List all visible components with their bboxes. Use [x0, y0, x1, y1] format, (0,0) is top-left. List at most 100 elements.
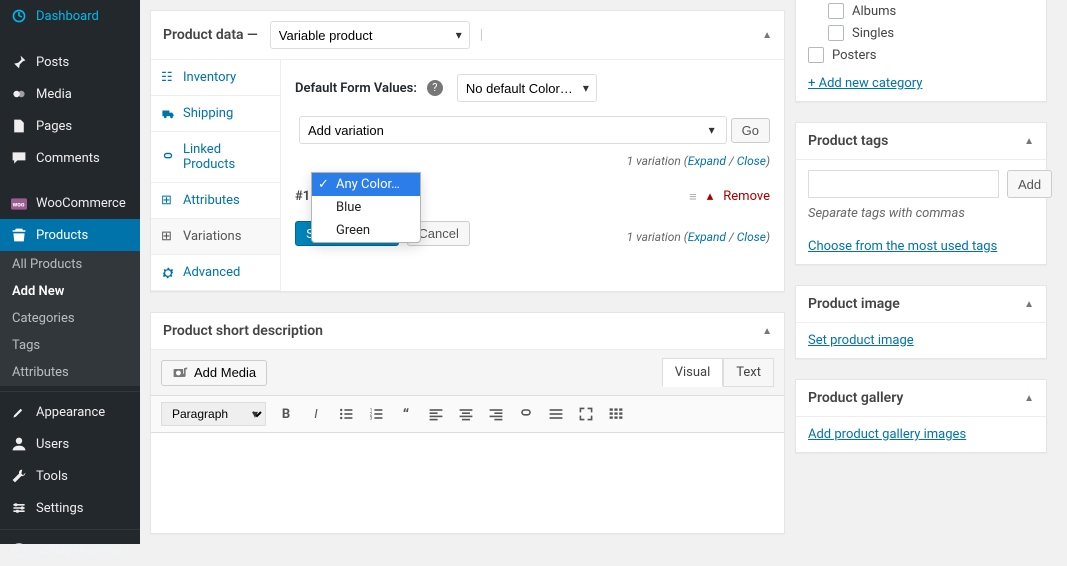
add-gallery-images-link[interactable]: Add product gallery images	[808, 427, 966, 442]
sidebar-item-media[interactable]: Media	[0, 78, 140, 110]
submenu-add-new[interactable]: Add New	[0, 278, 140, 305]
panel-toggle-icon[interactable]: ▲	[1024, 299, 1034, 310]
product-tags-panel: Product tags▲ Add Separate tags with com…	[795, 122, 1047, 265]
tab-inventory[interactable]: ☷Inventory	[151, 60, 280, 96]
checkbox[interactable]	[828, 25, 844, 41]
more-icon[interactable]	[546, 404, 566, 424]
choose-tags-link[interactable]: Choose from the most used tags	[808, 239, 997, 254]
bold-icon[interactable]: B	[276, 404, 296, 424]
tab-attributes[interactable]: ⊞Attributes	[151, 183, 280, 219]
category-albums-row[interactable]: Albums	[808, 0, 1034, 22]
panel-toggle-icon[interactable]: ▲	[762, 326, 772, 337]
sliders-icon	[10, 500, 28, 516]
set-product-image-link[interactable]: Set product image	[808, 333, 914, 348]
default-color-select[interactable]: No default Color…	[457, 74, 597, 102]
drag-handle-icon[interactable]: ≡	[689, 189, 697, 205]
align-left-icon[interactable]	[426, 404, 446, 424]
categories-panel: Albums Singles Posters + Add new categor…	[795, 0, 1047, 102]
checkbox[interactable]	[828, 3, 844, 19]
gear-icon	[161, 266, 175, 280]
submenu-categories[interactable]: Categories	[0, 305, 140, 332]
add-media-button[interactable]: Add Media	[161, 360, 267, 386]
quote-icon[interactable]: “	[396, 404, 416, 424]
sidebar-item-comments[interactable]: Comments	[0, 142, 140, 174]
sidebar-item-pages[interactable]: Pages	[0, 110, 140, 142]
dropdown-option-green[interactable]: Green	[312, 219, 420, 242]
tab-advanced[interactable]: Advanced	[151, 255, 280, 291]
sidebar-item-users[interactable]: Users	[0, 428, 140, 460]
sidebar-label: Collapse menu	[36, 543, 122, 558]
ol-icon[interactable]: 123	[366, 404, 386, 424]
link-icon	[161, 150, 175, 164]
page-icon	[10, 118, 28, 134]
submenu-tags[interactable]: Tags	[0, 332, 140, 359]
remove-variation-link[interactable]: Remove	[723, 189, 770, 204]
product-gallery-title: Product gallery	[808, 390, 903, 406]
comment-icon	[10, 150, 28, 166]
product-data-head: Product data — Variable product | ▲	[151, 11, 784, 60]
checkbox[interactable]	[808, 47, 824, 63]
close-link[interactable]: Close	[737, 230, 766, 244]
media-icon	[10, 86, 28, 102]
sidebar-item-appearance[interactable]: Appearance	[0, 396, 140, 428]
sidebar-item-tools[interactable]: Tools	[0, 460, 140, 492]
italic-icon[interactable]: I	[306, 404, 326, 424]
submenu-all-products[interactable]: All Products	[0, 251, 140, 278]
product-data-panel: Product data — Variable product | ▲ ☷Inv…	[150, 10, 785, 292]
visual-tab[interactable]: Visual	[662, 358, 724, 387]
sidebar-item-products[interactable]: Products	[0, 219, 140, 251]
paragraph-select[interactable]: Paragraph	[161, 402, 266, 426]
grid-icon: ⊞	[161, 193, 175, 208]
kitchen-sink-icon[interactable]	[606, 404, 626, 424]
sidebar-label: Comments	[36, 151, 100, 166]
add-variation-select[interactable]: Add variation	[299, 116, 727, 144]
help-icon[interactable]: ?	[427, 80, 443, 96]
collapse-variation-icon[interactable]: ▴	[707, 189, 714, 204]
sidebar-label: Appearance	[36, 405, 105, 420]
expand-link[interactable]: Expand	[688, 230, 726, 244]
sidebar-item-posts[interactable]: Posts	[0, 46, 140, 78]
align-right-icon[interactable]	[486, 404, 506, 424]
submenu-attributes[interactable]: Attributes	[0, 359, 140, 386]
add-tag-button[interactable]: Add	[1007, 170, 1052, 198]
sidebar-label: Settings	[36, 501, 83, 516]
product-type-select[interactable]: Variable product	[270, 21, 470, 49]
sidebar-item-woocommerce[interactable]: woo WooCommerce	[0, 188, 140, 219]
close-link[interactable]: Close	[737, 154, 766, 168]
collapse-menu[interactable]: Collapse menu	[0, 534, 140, 566]
sidebar-item-settings[interactable]: Settings	[0, 492, 140, 524]
tab-shipping[interactable]: Shipping	[151, 96, 280, 132]
panel-toggle-icon[interactable]: ▲	[1024, 136, 1034, 147]
product-gallery-panel: Product gallery ▲ Add product gallery ima…	[795, 379, 1047, 453]
tab-variations[interactable]: ⊞Variations	[151, 219, 280, 255]
go-button[interactable]: Go	[731, 118, 770, 143]
align-center-icon[interactable]	[456, 404, 476, 424]
text-tab[interactable]: Text	[723, 358, 774, 387]
product-tags-title: Product tags	[808, 133, 888, 149]
link-icon[interactable]	[516, 404, 536, 424]
dropdown-option-blue[interactable]: Blue	[312, 196, 420, 219]
editor-textarea[interactable]	[151, 433, 784, 533]
fullscreen-icon[interactable]	[576, 404, 596, 424]
short-description-panel: Product short description ▲ Add Media Vi…	[150, 312, 785, 534]
pin-icon	[10, 54, 28, 70]
format-toolbar: Paragraph B I 123 “	[151, 396, 784, 433]
product-image-panel: Product image▲ Set product image	[795, 285, 1047, 359]
expand-link[interactable]: Expand	[688, 154, 726, 168]
sidebar-item-dashboard[interactable]: Dashboard	[0, 0, 140, 32]
tags-input[interactable]	[808, 170, 999, 198]
sidebar-label: Users	[36, 437, 69, 452]
ul-icon[interactable]	[336, 404, 356, 424]
sidebar-label: Pages	[36, 119, 72, 134]
variation-count-row: 1 variation (Expand / Close)	[295, 154, 770, 168]
panel-toggle-icon[interactable]: ▲	[762, 30, 772, 41]
tab-linked-products[interactable]: Linked Products	[151, 132, 280, 183]
add-new-category-link[interactable]: + Add new category	[808, 76, 922, 91]
sidebar-label: Dashboard	[36, 9, 99, 24]
category-posters-row[interactable]: Posters	[808, 44, 1034, 66]
sidebar-label: Media	[36, 87, 72, 102]
grid-icon: ⊞	[161, 229, 175, 244]
category-singles-row[interactable]: Singles	[808, 22, 1034, 44]
dropdown-option-any-color[interactable]: Any Color…	[312, 173, 420, 196]
panel-toggle-icon[interactable]: ▲	[1024, 393, 1034, 404]
